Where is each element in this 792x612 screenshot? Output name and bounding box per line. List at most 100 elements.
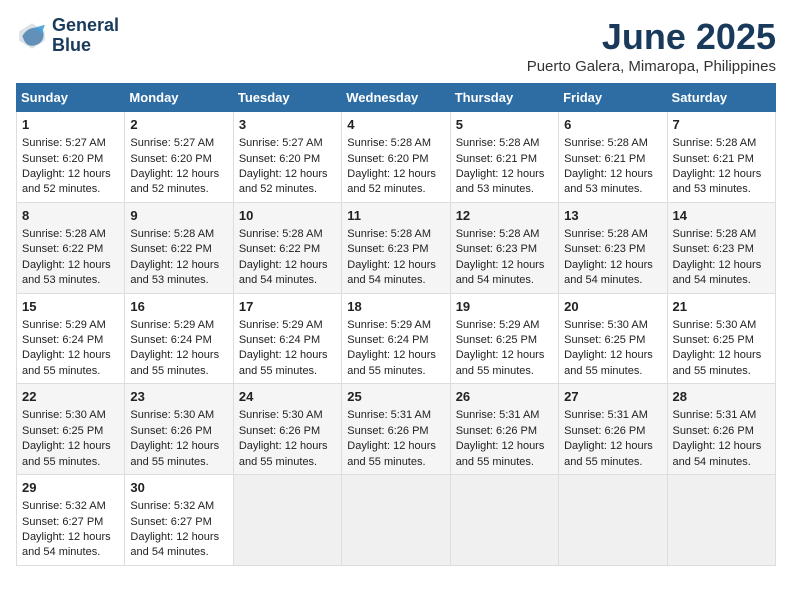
sunset-label: Sunset: 6:23 PM <box>673 243 754 255</box>
daylight-label: Daylight: 12 hours and 52 minutes. <box>239 168 328 195</box>
weekday-header: Tuesday <box>233 84 341 112</box>
page-header: General Blue June 2025 Puerto Galera, Mi… <box>16 16 776 75</box>
calendar-day-cell: 17 Sunrise: 5:29 AM Sunset: 6:24 PM Dayl… <box>233 293 341 384</box>
sunrise-label: Sunrise: 5:29 AM <box>130 319 214 331</box>
daylight-label: Daylight: 12 hours and 53 minutes. <box>130 259 219 286</box>
calendar-day-cell <box>342 475 450 566</box>
calendar-day-cell: 11 Sunrise: 5:28 AM Sunset: 6:23 PM Dayl… <box>342 202 450 293</box>
sunrise-label: Sunrise: 5:28 AM <box>673 137 757 149</box>
sunrise-label: Sunrise: 5:27 AM <box>239 137 323 149</box>
sunset-label: Sunset: 6:22 PM <box>239 243 320 255</box>
calendar-day-cell: 24 Sunrise: 5:30 AM Sunset: 6:26 PM Dayl… <box>233 384 341 475</box>
day-number: 19 <box>456 298 553 316</box>
calendar-day-cell: 22 Sunrise: 5:30 AM Sunset: 6:25 PM Dayl… <box>17 384 125 475</box>
daylight-label: Daylight: 12 hours and 55 minutes. <box>564 440 653 467</box>
calendar-table: SundayMondayTuesdayWednesdayThursdayFrid… <box>16 83 776 566</box>
daylight-label: Daylight: 12 hours and 55 minutes. <box>564 349 653 376</box>
sunset-label: Sunset: 6:24 PM <box>347 334 428 346</box>
calendar-day-cell <box>667 475 775 566</box>
calendar-day-cell: 26 Sunrise: 5:31 AM Sunset: 6:26 PM Dayl… <box>450 384 558 475</box>
calendar-day-cell: 15 Sunrise: 5:29 AM Sunset: 6:24 PM Dayl… <box>17 293 125 384</box>
calendar-day-cell: 16 Sunrise: 5:29 AM Sunset: 6:24 PM Dayl… <box>125 293 233 384</box>
sunset-label: Sunset: 6:25 PM <box>564 334 645 346</box>
sunset-label: Sunset: 6:26 PM <box>239 425 320 437</box>
daylight-label: Daylight: 12 hours and 55 minutes. <box>456 349 545 376</box>
daylight-label: Daylight: 12 hours and 55 minutes. <box>673 349 762 376</box>
weekday-header: Sunday <box>17 84 125 112</box>
logo-icon <box>16 20 48 52</box>
calendar-day-cell: 30 Sunrise: 5:32 AM Sunset: 6:27 PM Dayl… <box>125 475 233 566</box>
sunset-label: Sunset: 6:20 PM <box>239 153 320 165</box>
month-title: June 2025 <box>527 16 776 58</box>
weekday-header: Thursday <box>450 84 558 112</box>
calendar-day-cell: 20 Sunrise: 5:30 AM Sunset: 6:25 PM Dayl… <box>559 293 667 384</box>
sunrise-label: Sunrise: 5:30 AM <box>673 319 757 331</box>
sunset-label: Sunset: 6:22 PM <box>130 243 211 255</box>
day-number: 27 <box>564 388 661 406</box>
daylight-label: Daylight: 12 hours and 54 minutes. <box>130 531 219 558</box>
calendar-day-cell: 25 Sunrise: 5:31 AM Sunset: 6:26 PM Dayl… <box>342 384 450 475</box>
daylight-label: Daylight: 12 hours and 53 minutes. <box>564 168 653 195</box>
day-number: 10 <box>239 207 336 225</box>
sunrise-label: Sunrise: 5:28 AM <box>564 228 648 240</box>
day-number: 30 <box>130 479 227 497</box>
sunrise-label: Sunrise: 5:30 AM <box>564 319 648 331</box>
location: Puerto Galera, Mimaropa, Philippines <box>527 58 776 75</box>
title-block: June 2025 Puerto Galera, Mimaropa, Phili… <box>527 16 776 75</box>
daylight-label: Daylight: 12 hours and 55 minutes. <box>22 440 111 467</box>
day-number: 7 <box>673 116 770 134</box>
calendar-day-cell: 19 Sunrise: 5:29 AM Sunset: 6:25 PM Dayl… <box>450 293 558 384</box>
sunrise-label: Sunrise: 5:29 AM <box>239 319 323 331</box>
sunrise-label: Sunrise: 5:32 AM <box>22 500 106 512</box>
logo-text: General Blue <box>52 16 119 56</box>
day-number: 28 <box>673 388 770 406</box>
sunset-label: Sunset: 6:21 PM <box>564 153 645 165</box>
weekday-header: Wednesday <box>342 84 450 112</box>
calendar-day-cell: 2 Sunrise: 5:27 AM Sunset: 6:20 PM Dayli… <box>125 112 233 203</box>
sunset-label: Sunset: 6:23 PM <box>456 243 537 255</box>
sunrise-label: Sunrise: 5:31 AM <box>456 409 540 421</box>
calendar-day-cell: 28 Sunrise: 5:31 AM Sunset: 6:26 PM Dayl… <box>667 384 775 475</box>
sunset-label: Sunset: 6:24 PM <box>130 334 211 346</box>
weekday-header-row: SundayMondayTuesdayWednesdayThursdayFrid… <box>17 84 776 112</box>
weekday-header: Saturday <box>667 84 775 112</box>
daylight-label: Daylight: 12 hours and 52 minutes. <box>347 168 436 195</box>
sunrise-label: Sunrise: 5:28 AM <box>456 228 540 240</box>
day-number: 15 <box>22 298 119 316</box>
sunrise-label: Sunrise: 5:27 AM <box>22 137 106 149</box>
daylight-label: Daylight: 12 hours and 54 minutes. <box>239 259 328 286</box>
sunrise-label: Sunrise: 5:31 AM <box>347 409 431 421</box>
day-number: 23 <box>130 388 227 406</box>
sunset-label: Sunset: 6:23 PM <box>564 243 645 255</box>
day-number: 4 <box>347 116 444 134</box>
sunrise-label: Sunrise: 5:29 AM <box>22 319 106 331</box>
calendar-day-cell: 5 Sunrise: 5:28 AM Sunset: 6:21 PM Dayli… <box>450 112 558 203</box>
daylight-label: Daylight: 12 hours and 55 minutes. <box>456 440 545 467</box>
daylight-label: Daylight: 12 hours and 54 minutes. <box>22 531 111 558</box>
calendar-day-cell: 1 Sunrise: 5:27 AM Sunset: 6:20 PM Dayli… <box>17 112 125 203</box>
sunrise-label: Sunrise: 5:28 AM <box>456 137 540 149</box>
day-number: 2 <box>130 116 227 134</box>
day-number: 16 <box>130 298 227 316</box>
daylight-label: Daylight: 12 hours and 55 minutes. <box>239 349 328 376</box>
day-number: 1 <box>22 116 119 134</box>
day-number: 26 <box>456 388 553 406</box>
calendar-week-row: 22 Sunrise: 5:30 AM Sunset: 6:25 PM Dayl… <box>17 384 776 475</box>
day-number: 17 <box>239 298 336 316</box>
day-number: 29 <box>22 479 119 497</box>
sunset-label: Sunset: 6:20 PM <box>130 153 211 165</box>
sunset-label: Sunset: 6:24 PM <box>22 334 103 346</box>
logo: General Blue <box>16 16 119 56</box>
day-number: 11 <box>347 207 444 225</box>
weekday-header: Monday <box>125 84 233 112</box>
daylight-label: Daylight: 12 hours and 54 minutes. <box>673 259 762 286</box>
daylight-label: Daylight: 12 hours and 54 minutes. <box>564 259 653 286</box>
sunset-label: Sunset: 6:20 PM <box>22 153 103 165</box>
sunrise-label: Sunrise: 5:30 AM <box>22 409 106 421</box>
sunrise-label: Sunrise: 5:28 AM <box>347 137 431 149</box>
day-number: 18 <box>347 298 444 316</box>
calendar-day-cell: 27 Sunrise: 5:31 AM Sunset: 6:26 PM Dayl… <box>559 384 667 475</box>
daylight-label: Daylight: 12 hours and 55 minutes. <box>130 440 219 467</box>
weekday-header: Friday <box>559 84 667 112</box>
sunrise-label: Sunrise: 5:28 AM <box>564 137 648 149</box>
